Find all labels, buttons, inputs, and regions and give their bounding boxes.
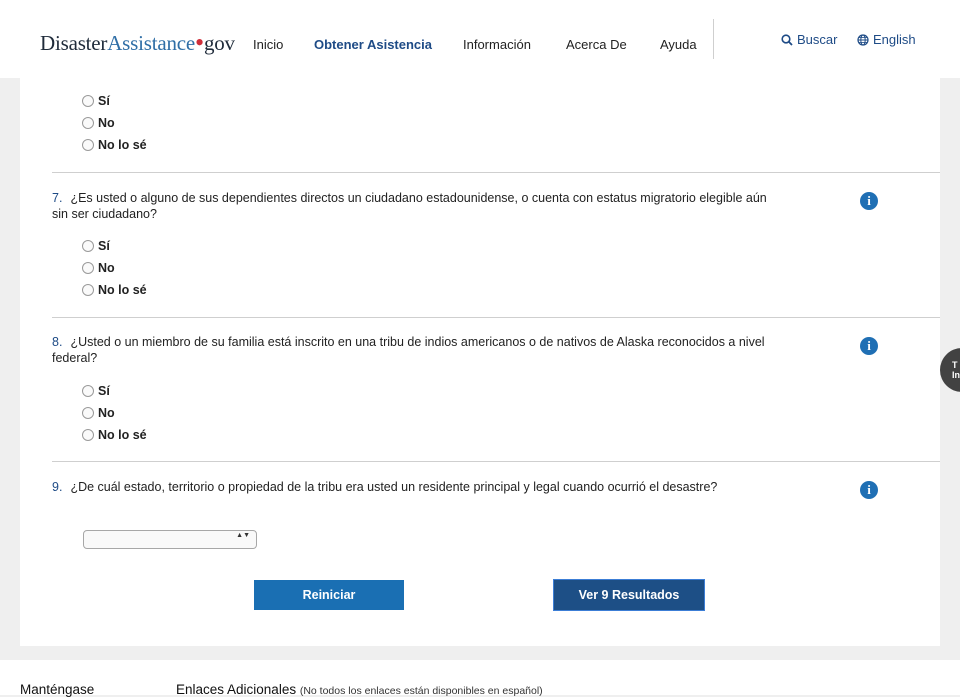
- logo-text-assistance: Assistance: [107, 31, 196, 55]
- q6-option-no[interactable]: No: [82, 112, 147, 134]
- logo-text-disaster: Disaster: [40, 31, 108, 55]
- q8-option-si[interactable]: Sí: [82, 380, 147, 402]
- option-label: No: [98, 116, 115, 130]
- question-8: 8. ¿Usted o un miembro de su familia está…: [52, 334, 772, 366]
- radio-button[interactable]: [82, 240, 94, 252]
- q6-option-no-lo-se[interactable]: No lo sé: [82, 134, 147, 156]
- radio-button[interactable]: [82, 407, 94, 419]
- site-header: DisasterAssistance•gov Inicio Obtener As…: [0, 0, 960, 78]
- question-text: ¿De cuál estado, territorio o propiedad …: [70, 480, 718, 494]
- radio-button[interactable]: [82, 385, 94, 397]
- nav-acerca-de[interactable]: Acerca De: [566, 37, 627, 52]
- radio-button[interactable]: [82, 284, 94, 296]
- radio-button[interactable]: [82, 429, 94, 441]
- option-label: No lo sé: [98, 138, 147, 152]
- globe-icon: [857, 34, 869, 46]
- info-icon[interactable]: i: [860, 337, 878, 355]
- nav-divider: [713, 19, 714, 59]
- question-text: ¿Es usted o alguno de sus dependientes d…: [52, 191, 767, 221]
- site-footer: Manténgase Enlaces Adicionales (No todos…: [0, 660, 960, 697]
- logo-dot: •: [195, 28, 204, 57]
- search-label: Buscar: [797, 32, 838, 47]
- q8-option-no-lo-se[interactable]: No lo sé: [82, 424, 147, 446]
- q7-option-no-lo-se[interactable]: No lo sé: [82, 279, 147, 301]
- q8-option-no[interactable]: No: [82, 402, 147, 424]
- language-link[interactable]: English: [857, 32, 916, 47]
- radio-button[interactable]: [82, 139, 94, 151]
- side-floating-badge[interactable]: T In: [940, 348, 960, 392]
- question-number: 8.: [52, 335, 63, 349]
- q7-option-no[interactable]: No: [82, 257, 147, 279]
- option-label: Sí: [98, 94, 110, 108]
- site-logo[interactable]: DisasterAssistance•gov: [40, 28, 235, 57]
- option-label: No lo sé: [98, 428, 147, 442]
- info-icon[interactable]: i: [860, 481, 878, 499]
- question-number: 7.: [52, 191, 63, 205]
- question-number: 9.: [52, 480, 63, 494]
- state-select[interactable]: ▲▼: [83, 530, 257, 549]
- q8-options: Sí No No lo sé: [82, 380, 147, 446]
- radio-button[interactable]: [82, 95, 94, 107]
- view-results-button[interactable]: Ver 9 Resultados: [554, 580, 704, 610]
- logo-text-gov: gov: [203, 31, 235, 55]
- footer-links-note: (No todos los enlaces están disponibles …: [299, 685, 543, 697]
- question-divider: [52, 461, 940, 462]
- q6-option-si[interactable]: Sí: [82, 90, 147, 112]
- info-icon[interactable]: i: [860, 192, 878, 210]
- option-label: No: [98, 406, 115, 420]
- q7-option-si[interactable]: Sí: [82, 235, 147, 257]
- option-label: No: [98, 261, 115, 275]
- language-label: English: [873, 32, 916, 47]
- reset-button[interactable]: Reiniciar: [254, 580, 404, 610]
- radio-button[interactable]: [82, 262, 94, 274]
- nav-inicio[interactable]: Inicio: [253, 37, 283, 52]
- radio-button[interactable]: [82, 117, 94, 129]
- questionnaire-card: Sí No No lo sé 7. ¿Es usted o alguno de s…: [20, 78, 940, 646]
- question-divider: [52, 317, 940, 318]
- question-9: 9. ¿De cuál estado, territorio o propieda…: [52, 479, 772, 495]
- nav-ayuda[interactable]: Ayuda: [660, 37, 697, 52]
- select-arrows-icon: ▲▼: [236, 532, 250, 539]
- question-7: 7. ¿Es usted o alguno de sus dependientes…: [52, 190, 772, 222]
- option-label: No lo sé: [98, 283, 147, 297]
- option-label: Sí: [98, 239, 110, 253]
- search-icon: [781, 34, 793, 46]
- question-divider: [52, 172, 940, 173]
- side-badge-text: T In: [952, 360, 960, 380]
- q6-options: Sí No No lo sé: [82, 90, 147, 156]
- q7-options: Sí No No lo sé: [82, 235, 147, 301]
- question-text: ¿Usted o un miembro de su familia está i…: [52, 335, 765, 365]
- nav-informacion[interactable]: Información: [463, 37, 531, 52]
- option-label: Sí: [98, 384, 110, 398]
- nav-obtener-asistencia[interactable]: Obtener Asistencia: [314, 37, 432, 52]
- search-link[interactable]: Buscar: [781, 32, 837, 47]
